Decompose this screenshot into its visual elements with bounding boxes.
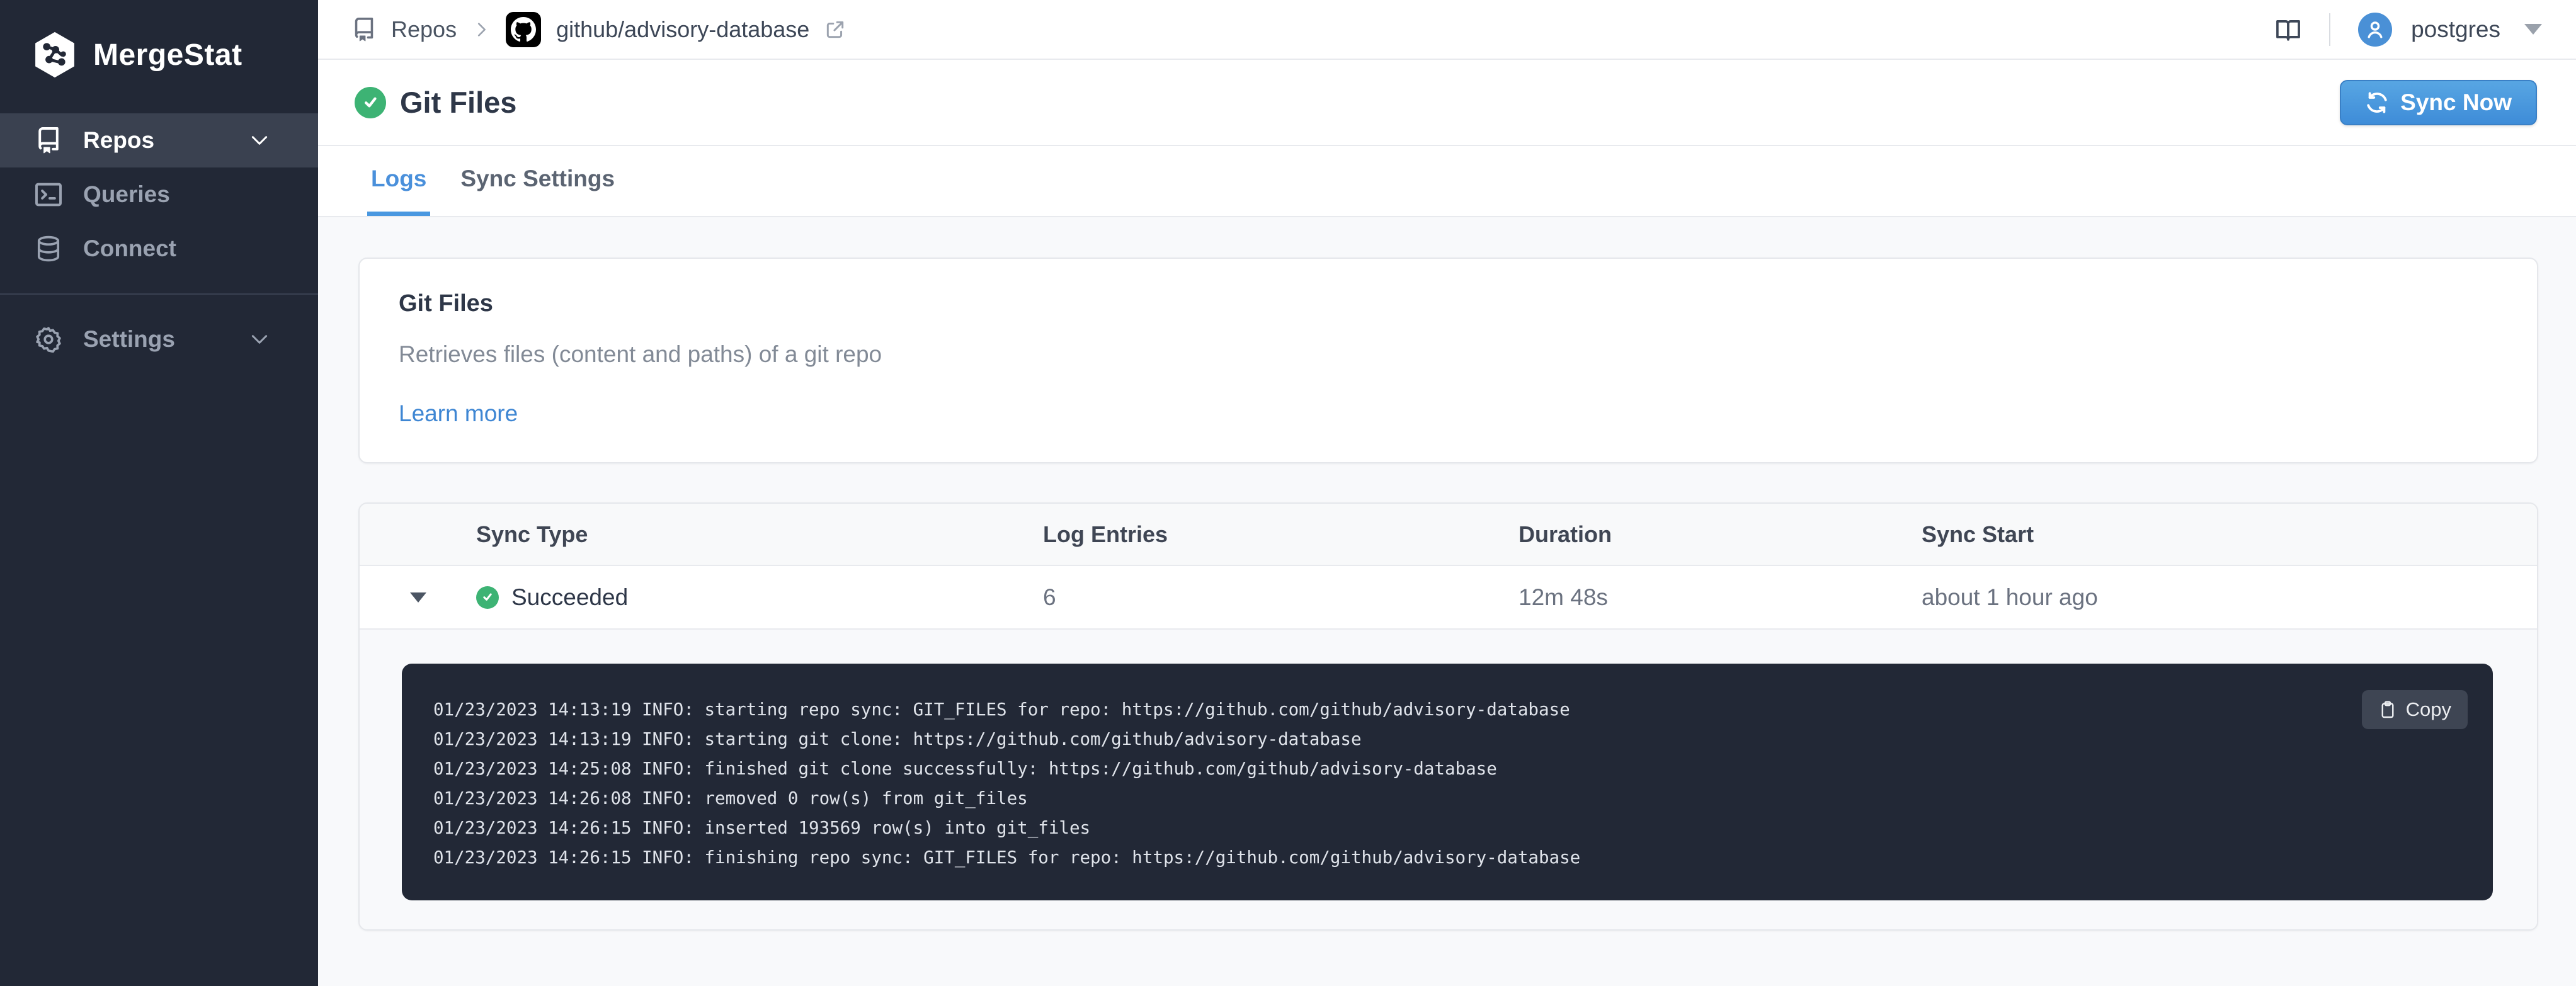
- user-menu-caret-icon[interactable]: [2524, 24, 2542, 35]
- column-header-sync-start: Sync Start: [1922, 521, 2034, 547]
- log-output-panel: Copy 01/23/2023 14:13:19 INFO: starting …: [402, 664, 2493, 900]
- app-title: MergeStat: [93, 38, 242, 72]
- row-expander[interactable]: [360, 592, 476, 603]
- page-title: Git Files: [400, 86, 517, 119]
- sync-now-button[interactable]: Sync Now: [2340, 79, 2537, 125]
- sync-icon: [2367, 91, 2387, 113]
- breadcrumb-separator-icon: [478, 22, 486, 37]
- chevron-down-icon: [251, 335, 268, 344]
- database-icon: [37, 235, 60, 262]
- succeeded-check-icon: [476, 586, 499, 609]
- sidebar-item-label: Connect: [83, 235, 176, 261]
- content: Git Files Retrieves files (content and p…: [318, 217, 2576, 986]
- user-avatar[interactable]: [2358, 12, 2393, 47]
- column-header-duration: Duration: [1519, 521, 1612, 547]
- duration-cell: 12m 48s: [1519, 584, 1608, 610]
- column-header-log-entries: Log Entries: [1043, 521, 1168, 547]
- breadcrumb-root[interactable]: Repos: [391, 16, 457, 43]
- sync-status-label: Succeeded: [511, 584, 629, 610]
- collapse-caret-icon: [409, 592, 426, 603]
- sidebar-item-settings[interactable]: Settings: [0, 312, 318, 366]
- sidebar-nav: Repos Queries Connect Settings: [0, 113, 318, 366]
- app-logo[interactable]: MergeStat: [0, 0, 318, 105]
- chevron-down-icon: [251, 136, 268, 145]
- tabs: Logs Sync Settings: [318, 146, 2576, 217]
- log-line: 01/23/2023 14:26:15 INFO: inserted 19356…: [433, 818, 1091, 838]
- user-name[interactable]: postgres: [2411, 16, 2500, 43]
- main-area: Repos github/advisory-database postgres …: [318, 0, 2576, 986]
- breadcrumb-repo[interactable]: github/advisory-database: [556, 16, 809, 43]
- copy-button[interactable]: Copy: [2361, 690, 2468, 729]
- learn-more-link[interactable]: Learn more: [399, 400, 518, 427]
- log-line: 01/23/2023 14:26:15 INFO: finishing repo…: [433, 847, 1581, 868]
- person-icon: [2368, 21, 2383, 38]
- topbar-divider: [2329, 13, 2331, 46]
- sync-info-card: Git Files Retrieves files (content and p…: [358, 258, 2538, 463]
- sidebar-item-connect[interactable]: Connect: [0, 222, 318, 276]
- sidebar: MergeStat Repos Queries Connect Settings: [0, 0, 318, 986]
- expanded-log-section: Copy 01/23/2023 14:13:19 INFO: starting …: [360, 630, 2537, 929]
- log-entries-cell: 6: [1043, 584, 1056, 610]
- column-header-sync-type: Sync Type: [476, 521, 588, 547]
- sync-now-label: Sync Now: [2400, 89, 2512, 115]
- terminal-icon: [35, 183, 62, 207]
- tab-sync-settings[interactable]: Sync Settings: [457, 146, 618, 216]
- copy-label: Copy: [2405, 698, 2451, 720]
- sync-logs-table: Sync Type Log Entries Duration Sync Star…: [358, 502, 2538, 931]
- table-header-row: Sync Type Log Entries Duration Sync Star…: [360, 504, 2537, 566]
- octocat-icon: [511, 16, 537, 42]
- log-line: 01/23/2023 14:25:08 INFO: finished git c…: [433, 759, 1497, 779]
- repo-icon: [38, 127, 59, 154]
- table-row[interactable]: Succeeded 6 12m 48s about 1 hour ago: [360, 566, 2537, 630]
- topbar: Repos github/advisory-database postgres: [318, 0, 2576, 60]
- github-avatar: [506, 11, 542, 47]
- sync-type-title: Git Files: [399, 290, 493, 317]
- tab-logs[interactable]: Logs: [367, 146, 431, 216]
- external-link-icon[interactable]: [824, 19, 846, 40]
- repo-icon: [355, 17, 373, 41]
- docs-book-icon[interactable]: [2275, 16, 2301, 43]
- mergestat-app: MergeStat Repos Queries Connect Settings…: [0, 0, 2576, 986]
- clipboard-icon: [2381, 701, 2394, 718]
- sync-start-cell: about 1 hour ago: [1922, 584, 2098, 610]
- page-header: Git Files Sync Now: [318, 60, 2576, 146]
- status-check-icon: [355, 86, 386, 118]
- sidebar-item-queries[interactable]: Queries: [0, 167, 318, 222]
- sync-status-cell: Succeeded: [476, 584, 1043, 611]
- log-line: 01/23/2023 14:13:19 INFO: starting repo …: [433, 700, 1570, 720]
- log-line: 01/23/2023 14:26:08 INFO: removed 0 row(…: [433, 788, 1028, 808]
- mergestat-logo-icon: [35, 31, 74, 78]
- sidebar-divider: [0, 293, 318, 295]
- breadcrumb: Repos github/advisory-database: [352, 11, 846, 47]
- sync-type-description: Retrieves files (content and paths) of a…: [399, 341, 882, 367]
- log-line: 01/23/2023 14:13:19 INFO: starting git c…: [433, 729, 1362, 749]
- sidebar-item-repos[interactable]: Repos: [0, 113, 318, 167]
- sidebar-item-label: Repos: [83, 127, 155, 153]
- topbar-right: postgres: [2275, 12, 2542, 47]
- sidebar-item-label: Settings: [83, 326, 175, 352]
- sidebar-item-label: Queries: [83, 181, 170, 207]
- gear-icon: [36, 327, 61, 353]
